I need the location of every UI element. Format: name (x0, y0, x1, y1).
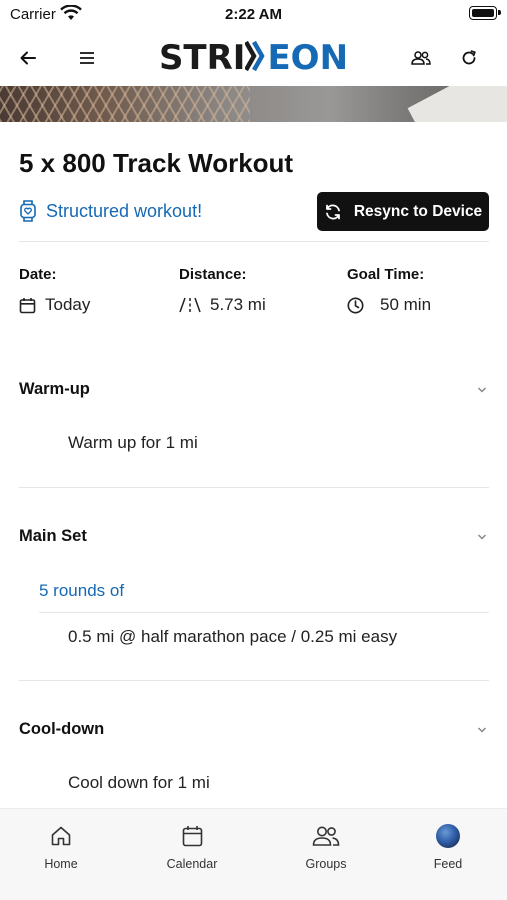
distance-value-row: 5.73 mi (179, 295, 266, 315)
app-header: STRI EON (0, 30, 507, 86)
sync-icon (325, 204, 340, 219)
section-title-cooldown: Cool-down (19, 720, 105, 738)
road-icon (179, 297, 201, 313)
home-icon (51, 826, 71, 846)
chevron-down-icon (477, 387, 487, 393)
section-header-main-set[interactable]: Main Set (19, 527, 489, 551)
smartwatch-icon (20, 200, 36, 222)
refresh-button[interactable] (453, 42, 485, 74)
goal-time-value: 50 min (380, 295, 432, 314)
structured-workout-badge: Structured workout! (19, 200, 202, 222)
status-bar: Carrier 2:22 AM (0, 0, 507, 30)
resync-to-device-button[interactable]: Resync to Device (317, 192, 489, 231)
avatar (436, 824, 460, 848)
workout-banner-image (0, 86, 507, 122)
section-title-main-set: Main Set (19, 527, 87, 545)
calendar-icon (19, 297, 36, 313)
bottom-navigation: Home Calendar Groups Feed (0, 808, 507, 900)
status-time: 2:22 AM (225, 6, 282, 23)
people-icon (312, 826, 340, 846)
nav-label-calendar: Calendar (166, 857, 218, 871)
section-header-warmup[interactable]: Warm-up (19, 380, 489, 404)
divider (19, 241, 489, 242)
distance-info: Distance: 5.73 mi (179, 266, 266, 315)
structured-workout-label: Structured workout! (46, 200, 203, 221)
cooldown-step: Cool down for 1 mi (68, 773, 210, 792)
distance-value: 5.73 mi (210, 295, 266, 314)
logo-text-blue: EON (267, 38, 349, 78)
goal-time-info: Goal Time: 50 min (347, 266, 431, 315)
resync-button-label: Resync to Device (353, 202, 483, 220)
divider (19, 680, 489, 681)
calendar-icon (182, 826, 202, 847)
distance-label: Distance: (179, 266, 247, 283)
date-label: Date: (19, 266, 57, 283)
section-title-warmup: Warm-up (19, 380, 90, 398)
clock-icon (347, 297, 364, 313)
refresh-icon (462, 50, 476, 65)
date-value-row: Today (19, 295, 90, 315)
nav-item-calendar[interactable]: Calendar (142, 823, 242, 871)
logo-text-dark: STRI (158, 38, 246, 78)
logo-k-chevron-icon (245, 41, 266, 71)
main-set-step: 0.5 mi @ half marathon pace / 0.25 mi ea… (68, 627, 398, 646)
groups-header-button[interactable] (405, 42, 437, 74)
warmup-step: Warm up for 1 mi (68, 433, 198, 452)
chevron-down-icon (477, 727, 487, 733)
battery-icon (469, 6, 501, 20)
nav-item-feed[interactable]: Feed (398, 823, 498, 871)
goal-time-value-row: 50 min (347, 295, 431, 315)
section-header-cooldown[interactable]: Cool-down (19, 720, 489, 744)
nav-item-home[interactable]: Home (11, 823, 111, 871)
people-icon (411, 51, 431, 65)
banner-mesh (0, 86, 250, 122)
goal-time-label: Goal Time: (347, 266, 425, 283)
nav-label-feed: Feed (433, 857, 463, 871)
rounds-label: 5 rounds of (39, 581, 125, 600)
nav-label-home: Home (44, 857, 78, 871)
workout-title: 5 x 800 Track Workout (19, 148, 294, 178)
divider (19, 487, 489, 488)
nav-label-groups: Groups (305, 857, 347, 871)
chevron-down-icon (477, 534, 487, 540)
date-info: Date: Today (19, 266, 90, 315)
date-value: Today (45, 295, 91, 314)
nav-item-groups[interactable]: Groups (276, 823, 376, 871)
banner-stripe (407, 86, 507, 122)
divider (39, 612, 489, 613)
